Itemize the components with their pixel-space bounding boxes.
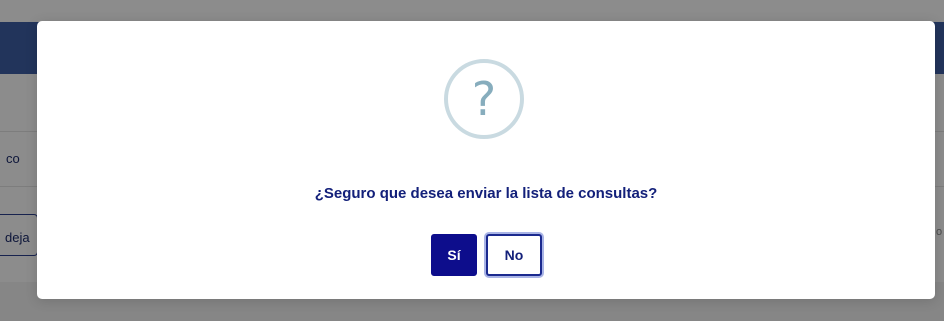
yes-button[interactable]: Sí — [431, 234, 477, 276]
confirm-dialog: ? ¿Seguro que desea enviar la lista de c… — [37, 21, 935, 299]
question-mark-glyph: ? — [471, 72, 497, 126]
dialog-message: ¿Seguro que desea enviar la lista de con… — [314, 185, 658, 202]
question-icon: ? — [444, 59, 524, 139]
no-button[interactable]: No — [486, 234, 542, 276]
